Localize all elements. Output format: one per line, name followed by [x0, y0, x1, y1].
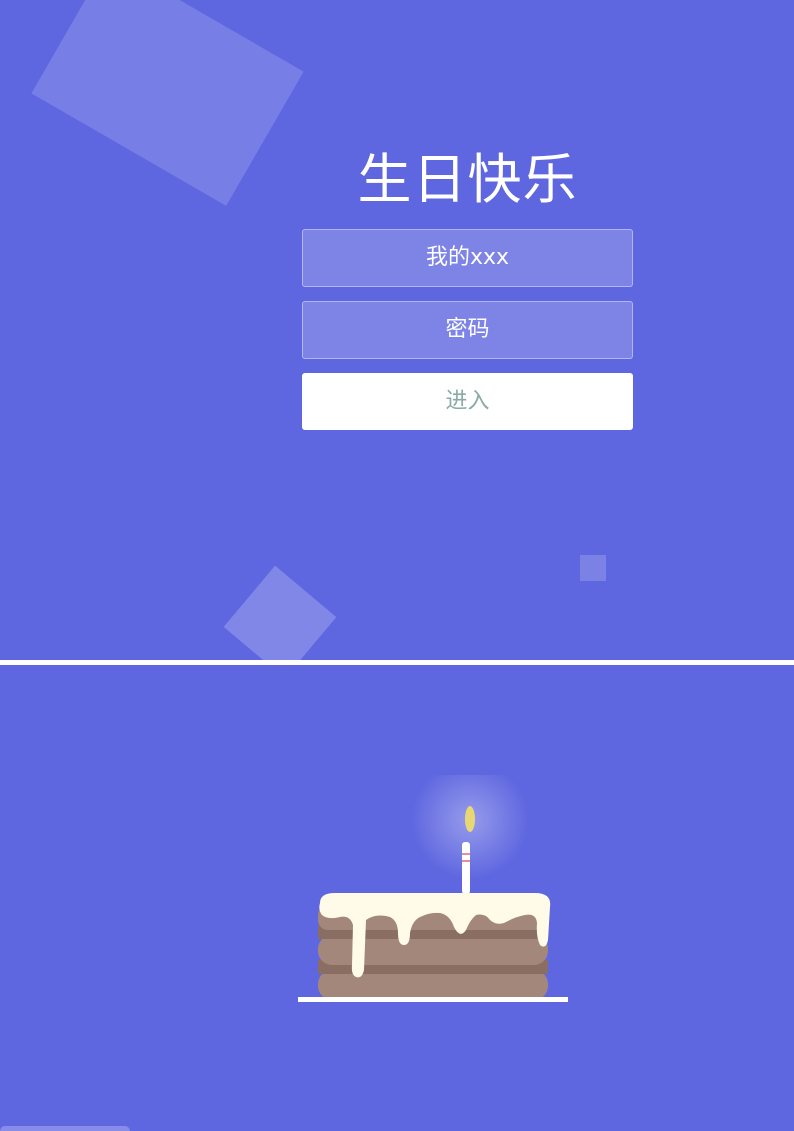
enter-button[interactable]: 进入 [302, 373, 633, 430]
decorative-square [580, 555, 606, 581]
login-panel: 生日快乐 我的xxx 密码 进入 [0, 0, 794, 660]
decorative-square [223, 565, 337, 660]
bottom-tab [0, 1126, 130, 1131]
cake-plate [298, 997, 568, 1002]
page: 生日快乐 我的xxx 密码 进入 [0, 0, 794, 1131]
cake-section [0, 665, 794, 1131]
page-title: 生日快乐 [357, 148, 578, 211]
username-field[interactable]: 我的xxx [302, 229, 633, 287]
candle-icon [462, 842, 470, 894]
decorative-square [31, 0, 304, 206]
flame-icon [465, 806, 475, 832]
cake-icon [298, 775, 568, 1002]
password-field[interactable]: 密码 [302, 301, 633, 359]
